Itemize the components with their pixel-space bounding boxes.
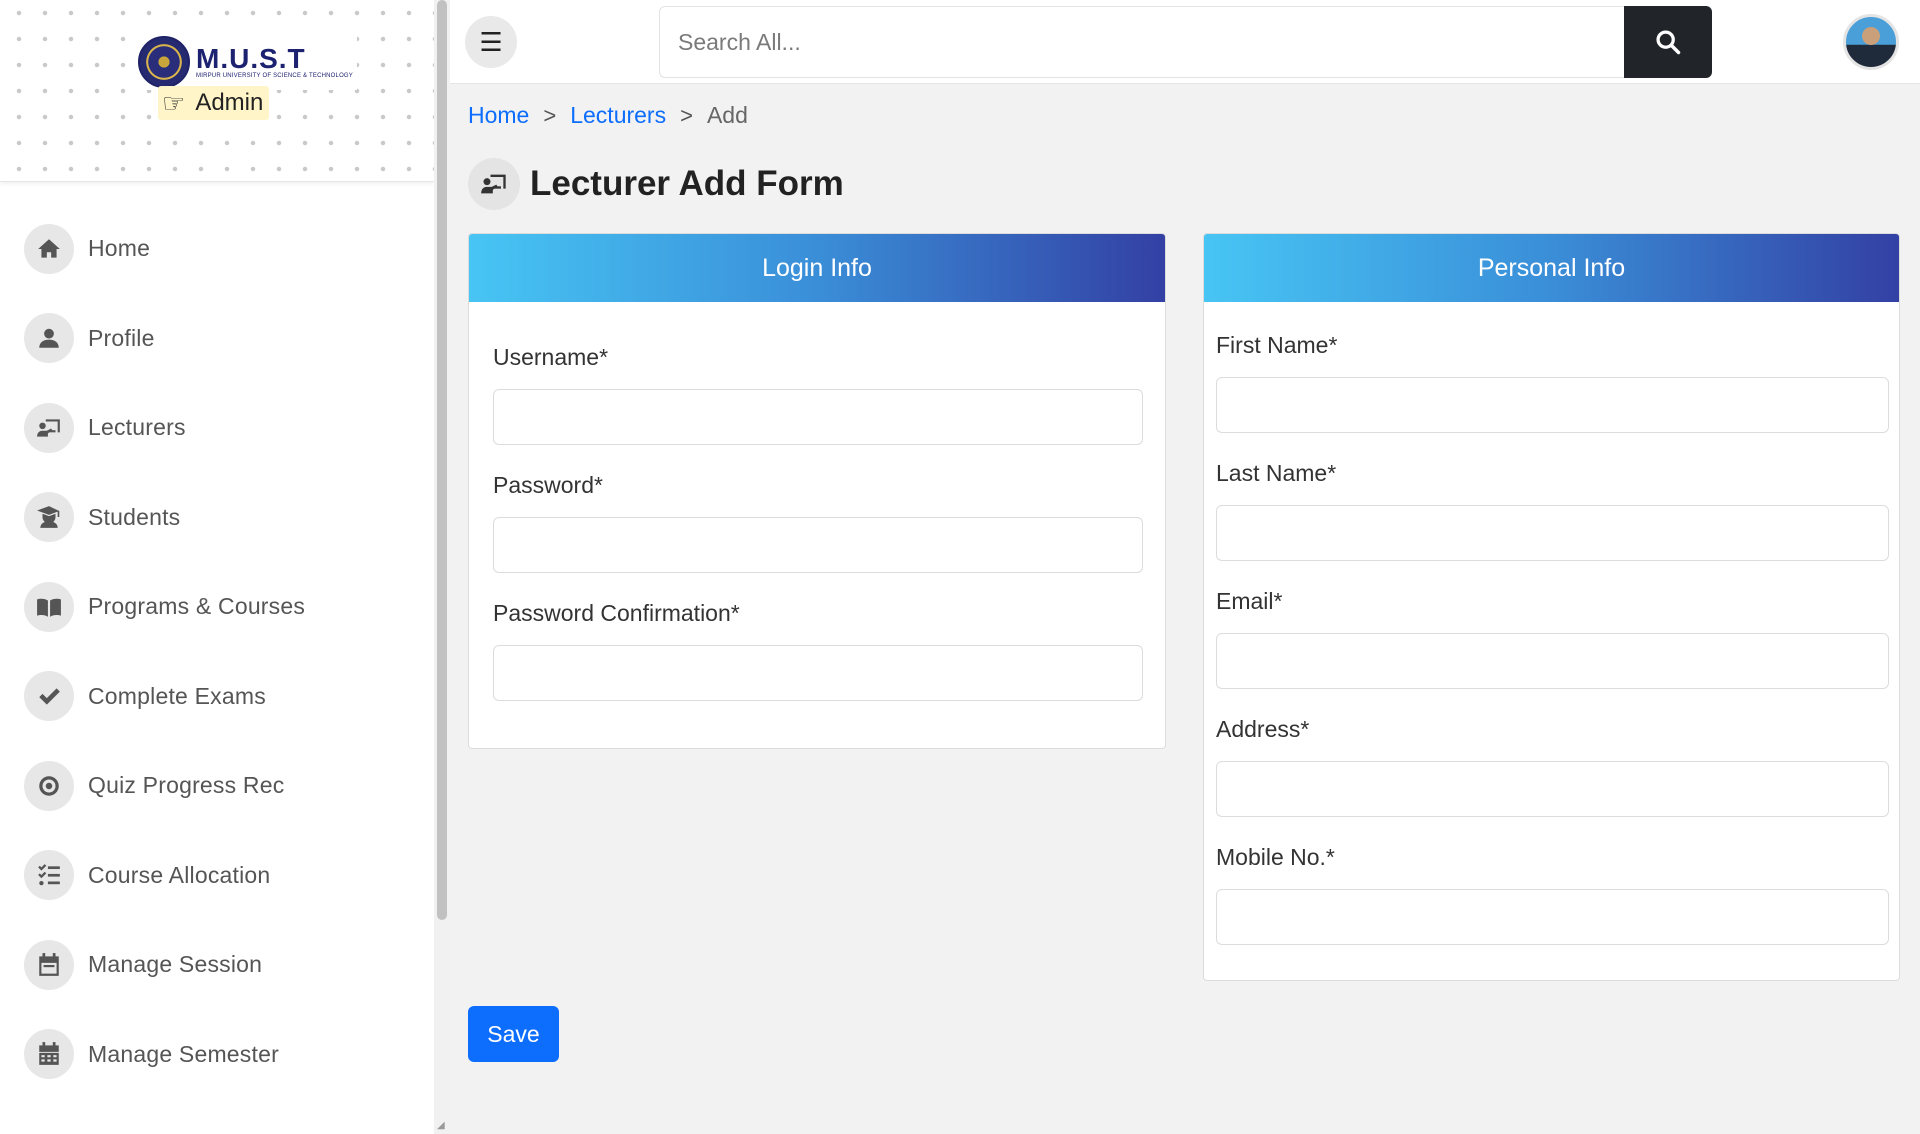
address-label: Address* [1216, 716, 1310, 742]
search-icon [1656, 30, 1681, 55]
book-icon [24, 581, 74, 632]
menu-toggle-button[interactable]: ☰ [465, 16, 517, 68]
resize-grip-icon: ◢ [437, 1120, 445, 1131]
logo[interactable]: M.U.S.T MIRPUR UNIVERSITY OF SCIENCE & T… [134, 34, 358, 90]
username-label: Username* [493, 344, 609, 370]
sidebar-header: M.U.S.T MIRPUR UNIVERSITY OF SCIENCE & T… [0, 0, 434, 182]
topbar: ☰ [450, 0, 1920, 84]
role-badge: ☞ Admin [158, 86, 270, 120]
first-name-label: First Name* [1216, 332, 1338, 358]
avatar[interactable] [1843, 14, 1899, 70]
breadcrumb-lecturers-link[interactable]: Lecturers [570, 102, 666, 129]
record-icon [24, 760, 74, 811]
check-double-icon [24, 671, 74, 722]
search-input[interactable] [659, 6, 1624, 78]
sidebar-item-lecturers[interactable]: Lecturers [0, 383, 434, 473]
chalkboard-teacher-icon [468, 158, 520, 210]
sidebar-item-complete-exams[interactable]: Complete Exams [0, 652, 434, 742]
mobile-field[interactable] [1216, 889, 1889, 945]
breadcrumb-separator: > [680, 102, 693, 128]
email-label: Email* [1216, 588, 1283, 614]
personal-info-card: Personal Info First Name* Last Name* Ema… [1203, 233, 1900, 981]
sidebar-item-manage-semester[interactable]: Manage Semester [0, 1010, 434, 1100]
page-title: Lecturer Add Form [530, 164, 844, 203]
role-label: Admin [195, 89, 264, 116]
sidebar: M.U.S.T MIRPUR UNIVERSITY OF SCIENCE & T… [0, 0, 434, 1134]
tasks-list-icon [24, 850, 74, 901]
password-label: Password* [493, 472, 603, 498]
university-seal-icon [138, 36, 190, 88]
calendar-icon [24, 939, 74, 990]
sidebar-item-students[interactable]: Students [0, 473, 434, 563]
sidebar-item-profile[interactable]: Profile [0, 294, 434, 384]
sidebar-item-home[interactable]: Home [0, 204, 434, 294]
sidebar-item-quiz-progress[interactable]: Quiz Progress Rec [0, 741, 434, 831]
login-info-header: Login Info [469, 234, 1165, 302]
sidebar-item-course-allocation[interactable]: Course Allocation [0, 831, 434, 921]
sidebar-item-label: Course Allocation [88, 861, 271, 888]
sidebar-item-programs-courses[interactable]: Programs & Courses [0, 562, 434, 652]
last-name-field[interactable] [1216, 505, 1889, 561]
sidebar-nav: Home Profile Lecturers Students Programs… [0, 182, 434, 1099]
sidebar-item-label: Students [88, 503, 181, 530]
breadcrumb: Home > Lecturers > Add [468, 102, 748, 129]
password-confirmation-field[interactable] [493, 645, 1143, 701]
username-field[interactable] [493, 389, 1143, 445]
personal-info-header: Personal Info [1204, 234, 1899, 302]
mobile-label: Mobile No.* [1216, 844, 1335, 870]
save-button[interactable]: Save [468, 1006, 559, 1062]
chalkboard-teacher-icon [24, 402, 74, 453]
breadcrumb-current: Add [706, 102, 748, 128]
sidebar-item-label: Complete Exams [88, 682, 266, 709]
hamburger-icon: ☰ [479, 27, 503, 57]
sidebar-item-label: Manage Semester [88, 1040, 279, 1067]
pointing-hand-icon: ☞ [162, 88, 186, 118]
sidebar-item-manage-session[interactable]: Manage Session [0, 920, 434, 1010]
login-info-card: Login Info Username* Password* Password … [468, 233, 1166, 749]
sidebar-item-label: Quiz Progress Rec [88, 772, 285, 799]
email-field[interactable] [1216, 633, 1889, 689]
password-field[interactable] [493, 517, 1143, 573]
sidebar-item-label: Manage Session [88, 951, 263, 978]
search-bar [659, 6, 1712, 78]
sidebar-item-label: Home [88, 235, 151, 262]
sidebar-item-label: Lecturers [88, 414, 186, 441]
breadcrumb-separator: > [543, 102, 557, 128]
page-title-row: Lecturer Add Form [468, 158, 844, 210]
sidebar-item-label: Profile [88, 324, 155, 351]
user-icon [24, 313, 74, 364]
last-name-label: Last Name* [1216, 460, 1337, 486]
address-field[interactable] [1216, 761, 1889, 817]
home-icon [24, 223, 74, 274]
breadcrumb-home-link[interactable]: Home [468, 102, 529, 129]
sidebar-item-label: Programs & Courses [88, 593, 306, 620]
first-name-field[interactable] [1216, 377, 1889, 433]
brand-name: M.U.S.T [196, 43, 306, 74]
sidebar-scrollbar-thumb[interactable] [437, 0, 447, 920]
graduate-icon [24, 492, 74, 543]
search-button[interactable] [1624, 6, 1712, 78]
calendar-grid-icon [24, 1029, 74, 1080]
password-confirmation-label: Password Confirmation* [493, 600, 740, 626]
brand-subtitle: MIRPUR UNIVERSITY OF SCIENCE & TECHNOLOG… [196, 73, 354, 79]
